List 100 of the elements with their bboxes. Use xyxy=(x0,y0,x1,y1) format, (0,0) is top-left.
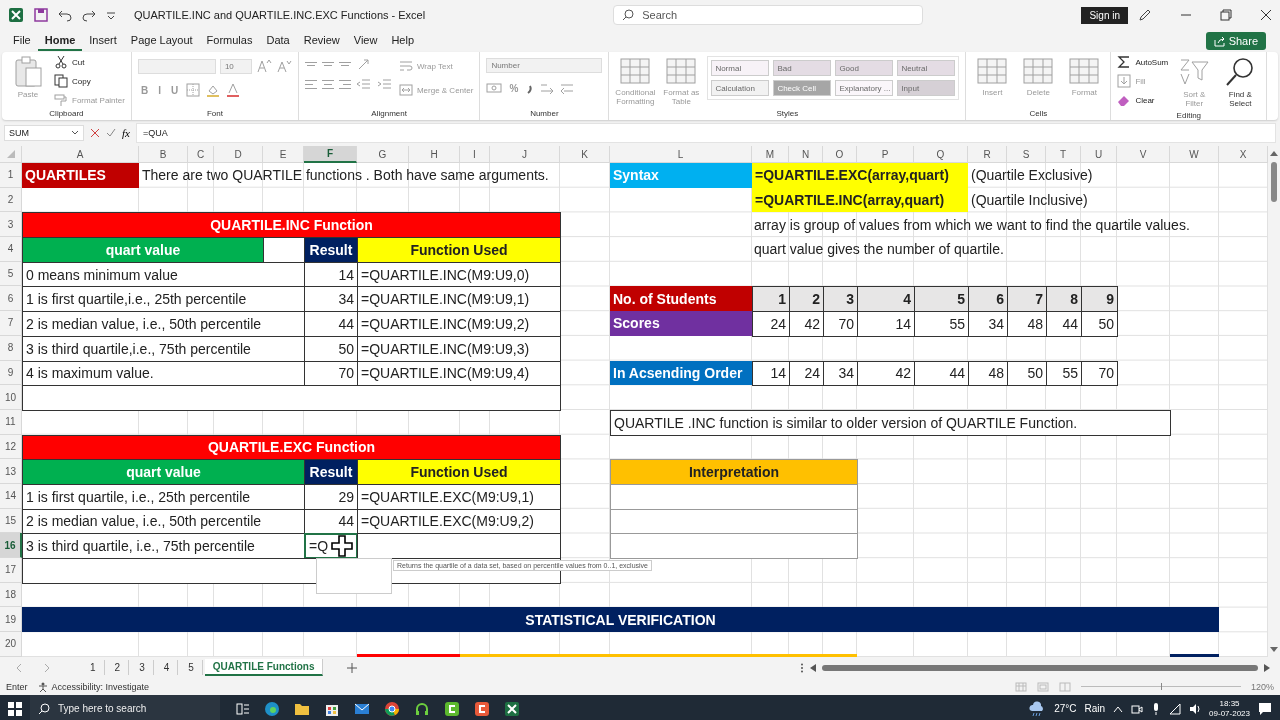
font-color-icon xyxy=(225,82,242,98)
row-header[interactable]: 14 xyxy=(0,483,22,509)
cell-style[interactable]: Bad xyxy=(773,60,832,76)
row-header[interactable]: 3 xyxy=(0,212,22,238)
column-header[interactable]: U xyxy=(1081,146,1117,163)
row-header[interactable]: 17 xyxy=(0,558,22,583)
next-sheet-icon xyxy=(42,662,52,673)
ribbon-button[interactable]: Copy xyxy=(54,73,125,89)
windows-start-icon xyxy=(8,701,22,716)
menu-tab[interactable]: Page Layout xyxy=(123,31,200,51)
cell-style[interactable]: Explanatory ... xyxy=(835,80,894,96)
column-header[interactable]: Q xyxy=(914,146,968,163)
formula-field[interactable]: =QUA xyxy=(135,123,1276,143)
row-header[interactable]: 1 xyxy=(0,163,22,188)
scrollbar-thumb[interactable] xyxy=(1271,162,1277,202)
select-all-button[interactable] xyxy=(0,146,22,163)
column-header[interactable]: I xyxy=(460,146,490,163)
cell-style[interactable]: Good xyxy=(835,60,894,76)
row-header[interactable]: 10 xyxy=(0,385,22,410)
row-header[interactable]: 13 xyxy=(0,459,22,484)
cell-style[interactable]: Calculation xyxy=(711,80,770,96)
share-button[interactable]: Share xyxy=(1205,32,1266,50)
column-header[interactable]: D xyxy=(214,146,263,163)
row-header[interactable]: 15 xyxy=(0,508,22,534)
menu-tab[interactable]: Formulas xyxy=(199,31,260,51)
row-header[interactable]: 12 xyxy=(0,434,22,460)
menu-tab[interactable]: Data xyxy=(259,31,297,51)
cell-style[interactable]: Input xyxy=(897,80,956,96)
row-header[interactable]: 18 xyxy=(0,582,22,608)
sheet-tab[interactable]: QUARTILE Functions xyxy=(204,659,324,676)
column-header[interactable]: J xyxy=(490,146,560,163)
table-title: QUARTILE.EXC Function xyxy=(22,434,561,461)
ribbon-button[interactable]: Cut xyxy=(54,54,125,70)
table-cell: =QUARTILE.INC(M9:U9,3) xyxy=(357,335,561,362)
insert-function-button[interactable]: fx xyxy=(122,127,130,139)
row-header[interactable]: 6 xyxy=(0,286,22,312)
row-header[interactable]: 5 xyxy=(0,261,22,287)
name-box[interactable]: SUM xyxy=(4,125,84,141)
accessibility-status[interactable]: Accessibility: Investigate xyxy=(51,681,150,692)
column-header[interactable]: B xyxy=(139,146,188,163)
sheet-tab[interactable]: 1 xyxy=(82,660,105,675)
row-header[interactable]: 11 xyxy=(0,409,22,435)
table-cell: 55 xyxy=(1046,360,1082,387)
column-header[interactable]: K xyxy=(560,146,610,163)
column-header[interactable]: W xyxy=(1170,146,1219,163)
row-header[interactable]: 4 xyxy=(0,237,22,262)
spreadsheet-app-icon xyxy=(504,700,520,717)
column-header[interactable]: P xyxy=(857,146,914,163)
row-header[interactable]: 7 xyxy=(0,311,22,336)
borders-icon xyxy=(185,82,202,98)
column-header[interactable]: C xyxy=(188,146,214,163)
column-header[interactable]: T xyxy=(1046,146,1081,163)
column-header[interactable]: N xyxy=(789,146,823,163)
column-header[interactable]: E xyxy=(263,146,304,163)
column-header[interactable]: G xyxy=(357,146,409,163)
column-header[interactable]: L xyxy=(610,146,752,163)
zoom-level[interactable]: 120% xyxy=(1250,681,1274,692)
headphones-icon xyxy=(414,700,430,717)
column-header[interactable]: V xyxy=(1117,146,1170,163)
syntax-description: quart value gives the number of quartile. xyxy=(753,240,1005,260)
app-icon xyxy=(444,700,460,717)
column-header[interactable]: O xyxy=(823,146,857,163)
menu-tab[interactable]: Help xyxy=(384,31,422,51)
taskbar-search-field[interactable]: Type here to search xyxy=(30,695,220,720)
accessibility-icon xyxy=(37,681,48,692)
scrollbar-thumb[interactable] xyxy=(822,664,1258,671)
search-field[interactable]: Search xyxy=(613,5,924,25)
row-header[interactable]: 8 xyxy=(0,335,22,361)
ribbon-button[interactable]: AutoSum xyxy=(1117,54,1169,70)
table-cell: 70 xyxy=(304,360,358,387)
ribbon-button[interactable]: Clear xyxy=(1117,92,1169,108)
cell-style[interactable]: Normal xyxy=(711,60,770,76)
menu-tab[interactable]: Review xyxy=(296,31,347,51)
column-header[interactable]: F xyxy=(304,146,357,163)
row-header[interactable]: 2 xyxy=(0,187,22,213)
column-header[interactable]: H xyxy=(409,146,460,163)
table-cell: 44 xyxy=(304,311,358,337)
weather-text: Rain xyxy=(1084,703,1106,714)
ribbon-button[interactable]: Find & Select xyxy=(1220,54,1261,110)
cell-style[interactable]: Neutral xyxy=(897,60,956,76)
sheet-tab[interactable]: 5 xyxy=(180,660,203,675)
sheet-tab[interactable]: 3 xyxy=(131,660,154,675)
column-header[interactable]: M xyxy=(752,146,789,163)
sheet-tab[interactable]: 4 xyxy=(155,660,179,675)
column-header[interactable]: A xyxy=(22,146,139,163)
redo-icon xyxy=(82,8,96,22)
sign-in-button[interactable]: Sign in xyxy=(1081,6,1128,24)
menu-tab[interactable]: File xyxy=(6,31,38,51)
column-header[interactable]: R xyxy=(968,146,1007,163)
column-header[interactable]: X xyxy=(1219,146,1268,163)
row-header[interactable]: 19 xyxy=(0,607,22,633)
menu-tab[interactable]: Insert xyxy=(82,31,124,51)
sheet-tab[interactable]: 2 xyxy=(106,660,130,675)
table-cell: 50 xyxy=(304,335,358,362)
row-header[interactable]: 20 xyxy=(0,632,22,657)
column-header[interactable]: S xyxy=(1007,146,1046,163)
menu-tab[interactable]: View xyxy=(346,31,385,51)
row-header[interactable]: 9 xyxy=(0,360,22,386)
table-icon xyxy=(1022,56,1055,86)
row-header[interactable]: 16 xyxy=(0,533,22,558)
